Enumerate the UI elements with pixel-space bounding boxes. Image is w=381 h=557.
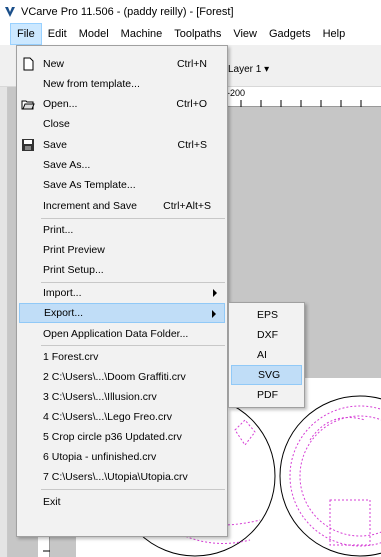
menu-item-open[interactable]: Open... Ctrl+O: [19, 94, 225, 114]
menu-item-recent-2[interactable]: 2 C:\Users\...\Doom Graffiti.crv: [19, 367, 225, 387]
right-disc-curve: [309, 417, 366, 441]
export-submenu: EPS DXF AI SVG PDF: [228, 302, 305, 408]
menu-separator: [41, 218, 225, 219]
menu-item-save-as[interactable]: Save As...: [19, 155, 225, 175]
menu-item-close[interactable]: Close: [19, 114, 225, 134]
menu-item-print-preview[interactable]: Print Preview: [19, 240, 225, 260]
export-svg[interactable]: SVG: [231, 365, 302, 385]
menu-item-recent-7[interactable]: 7 C:\Users\...\Utopia\Utopia.crv: [19, 467, 225, 487]
right-disc-pattern-outer: [289, 405, 381, 547]
menu-item-print[interactable]: Print...: [19, 220, 225, 240]
menu-separator: [41, 489, 225, 490]
right-disc-block: [329, 499, 371, 546]
menu-separator: [41, 345, 225, 346]
export-eps[interactable]: EPS: [231, 305, 302, 325]
open-folder-icon: [21, 100, 35, 110]
submenu-arrow-icon: [212, 310, 216, 318]
export-pdf[interactable]: PDF: [231, 385, 302, 405]
menu-item-export[interactable]: Export...: [19, 303, 225, 323]
file-menu-dropdown: New Ctrl+N New from template... Open... …: [16, 45, 228, 537]
menu-item-new-from-template[interactable]: New from template...: [19, 74, 225, 94]
menu-item-recent-5[interactable]: 5 Crop circle p36 Updated.crv: [19, 427, 225, 447]
new-document-icon: [23, 57, 34, 71]
submenu-arrow-icon: [213, 289, 217, 297]
menu-item-print-setup[interactable]: Print Setup...: [19, 260, 225, 280]
export-ai[interactable]: AI: [231, 345, 302, 365]
menu-item-import[interactable]: Import...: [19, 283, 225, 303]
menu-item-save[interactable]: Save Ctrl+S: [19, 135, 225, 155]
left-disc-star: [234, 419, 256, 446]
menu-item-recent-3[interactable]: 3 C:\Users\...\Illusion.crv: [19, 387, 225, 407]
menu-item-increment-save[interactable]: Increment and Save Ctrl+Alt+S: [19, 196, 225, 216]
menu-item-recent-4[interactable]: 4 C:\Users\...\Lego Freo.crv: [19, 407, 225, 427]
menu-item-open-app-data-folder[interactable]: Open Application Data Folder...: [19, 324, 225, 344]
menu-item-new[interactable]: New Ctrl+N: [19, 54, 225, 74]
menu-item-save-as-template[interactable]: Save As Template...: [19, 175, 225, 195]
right-disc-pattern: [299, 415, 381, 537]
menu-item-recent-1[interactable]: 1 Forest.crv: [19, 347, 225, 367]
menu-item-recent-6[interactable]: 6 Utopia - unfinished.crv: [19, 447, 225, 467]
export-dxf[interactable]: DXF: [231, 325, 302, 345]
menu-item-exit[interactable]: Exit: [19, 492, 225, 512]
floppy-disk-icon: [22, 139, 34, 151]
